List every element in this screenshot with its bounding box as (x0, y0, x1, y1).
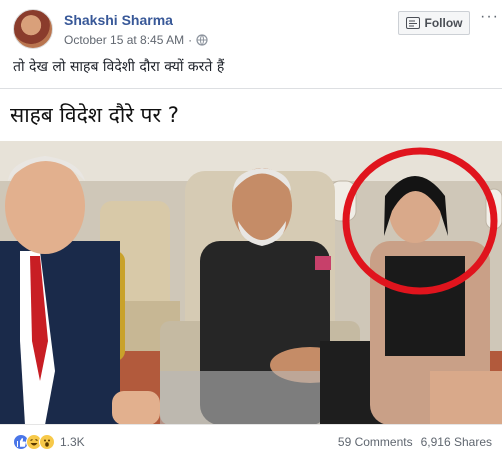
post-stats: 59 Comments 6,916 Shares (338, 435, 492, 449)
image-caption: साहब विदेश दौरे पर ? (10, 103, 179, 127)
globe-icon (196, 34, 208, 46)
comments-count[interactable]: 59 Comments (338, 435, 413, 449)
post-timestamp[interactable]: October 15 at 8:45 AM (64, 33, 184, 47)
shares-count[interactable]: 6,916 Shares (421, 435, 492, 449)
image-caption-band: साहब विदेश दौरे पर ? (0, 89, 502, 141)
reactions-summary[interactable]: 1.3K (13, 434, 85, 450)
post-meta: October 15 at 8:45 AM · (64, 33, 208, 47)
facebook-post: Shakshi Sharma October 15 at 8:45 AM · F… (0, 0, 502, 456)
post-text: तो देख लो साहब विदेशी दौरा क्यों करते है… (13, 59, 225, 75)
wow-icon (39, 434, 55, 450)
avatar[interactable] (13, 9, 53, 49)
meta-separator: · (188, 33, 193, 47)
follow-label: Follow (424, 16, 463, 30)
author-name[interactable]: Shakshi Sharma (64, 12, 173, 28)
post-footer: 1.3K 59 Comments 6,916 Shares (0, 424, 502, 456)
airplane-cabin-photo (0, 141, 502, 424)
follow-button[interactable]: Follow (398, 11, 470, 35)
more-options-button[interactable]: ··· (480, 9, 499, 25)
post-image[interactable]: साहब विदेश दौरे पर ? (0, 88, 502, 424)
follow-icon (405, 17, 420, 29)
reaction-count: 1.3K (60, 435, 85, 449)
